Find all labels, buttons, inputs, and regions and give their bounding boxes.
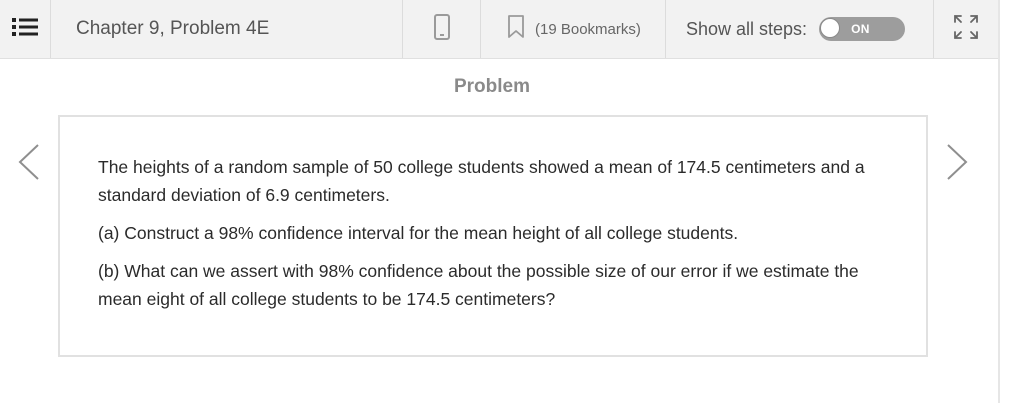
show-steps-toggle[interactable]: ON xyxy=(819,17,906,41)
page-title: Chapter 9, Problem 4E xyxy=(51,0,403,58)
menu-button[interactable] xyxy=(0,0,51,58)
bookmark-icon xyxy=(507,15,525,43)
toggle-state-label: ON xyxy=(851,22,870,36)
problem-part-b: (b) What can we assert with 98% confiden… xyxy=(98,261,859,309)
show-steps-label: Show all steps: xyxy=(686,18,808,39)
phone-icon xyxy=(433,13,450,45)
bookmark-button[interactable]: (19 Bookmarks) xyxy=(481,0,666,58)
chevron-right-icon xyxy=(944,144,970,185)
chevron-left-icon xyxy=(16,144,42,185)
mobile-view-button[interactable] xyxy=(403,0,481,58)
toggle-knob xyxy=(820,18,841,38)
next-button[interactable] xyxy=(944,143,970,186)
problem-box: The heights of a random sample of 50 col… xyxy=(58,115,928,357)
previous-button[interactable] xyxy=(16,143,42,186)
problem-part-a: (a) Construct a 98% confidence interval … xyxy=(98,223,739,243)
list-menu-icon xyxy=(12,17,38,42)
section-heading: Problem xyxy=(453,76,531,97)
bookmarks-count: (19 Bookmarks) xyxy=(535,20,641,38)
show-steps-control: Show all steps: ON xyxy=(666,0,934,58)
problem-text: The heights of a random sample of 50 col… xyxy=(98,153,898,323)
right-divider xyxy=(998,0,1000,403)
problem-paragraph: The heights of a random sample of 50 col… xyxy=(98,157,865,205)
fullscreen-button[interactable] xyxy=(934,0,998,58)
toolbar: Chapter 9, Problem 4E (19 Bookmarks) Sho… xyxy=(0,0,998,59)
expand-icon xyxy=(953,14,979,45)
